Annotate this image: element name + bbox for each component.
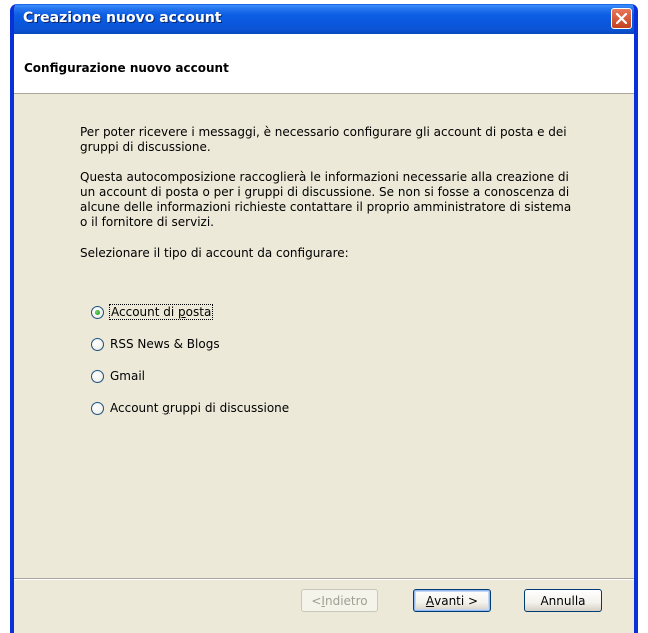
wizard-header: Configurazione nuovo account [14,34,634,94]
radio-newsgroup-account[interactable] [91,401,104,415]
window-title: Creazione nuovo account [23,10,222,26]
button-separator [14,578,634,580]
page-title: Configurazione nuovo account [24,61,229,75]
option-label[interactable]: Account di posta [108,304,214,320]
description-text: Questa autocomposizione raccoglierà le i… [80,170,572,229]
option-mail-account[interactable]: Account di posta [91,303,214,321]
option-label[interactable]: Gmail [110,369,145,383]
radio-selected-dot [95,309,100,315]
back-button[interactable]: < Indietro [301,589,378,612]
option-gmail[interactable]: Gmail [91,367,145,385]
radio-rss[interactable] [91,337,104,351]
account-wizard-window: Creazione nuovo account Configurazione n… [10,4,638,633]
close-icon [616,13,627,24]
cancel-button[interactable]: Annulla [524,589,602,612]
option-rss[interactable]: RSS News & Blogs [91,335,220,353]
close-button[interactable] [611,8,632,29]
radio-mail-account[interactable] [91,305,104,319]
option-label[interactable]: Account gruppi di discussione [110,401,289,415]
select-prompt: Selezionare il tipo di account da config… [80,246,349,260]
radio-gmail[interactable] [91,369,104,383]
option-newsgroup-account[interactable]: Account gruppi di discussione [91,399,289,417]
next-button[interactable]: Avanti > [413,589,491,612]
wizard-content: Per poter ricevere i messaggi, è necessa… [14,94,634,574]
option-label[interactable]: RSS News & Blogs [110,337,220,351]
intro-text: Per poter ricevere i messaggi, è necessa… [80,125,567,154]
title-bar[interactable]: Creazione nuovo account [14,4,634,34]
